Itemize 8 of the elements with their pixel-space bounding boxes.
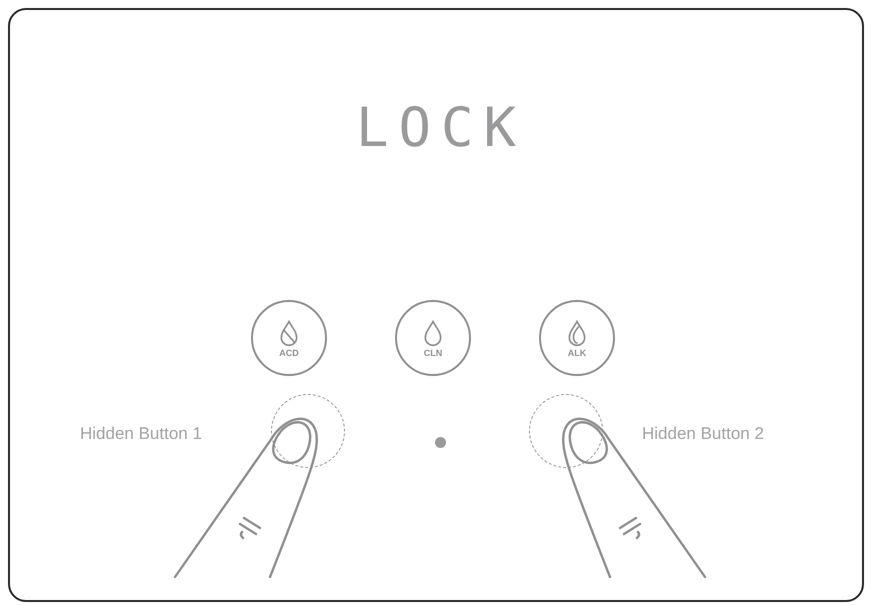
hidden-button-label: Hidden Button 2 (642, 424, 764, 444)
hidden-button-area[interactable] (271, 394, 345, 468)
hidden-button-label: Hidden Button 1 (80, 424, 202, 444)
mode-button[interactable]: ACD (251, 300, 327, 376)
display-readout: LOCK (354, 98, 526, 158)
hidden-button-area[interactable] (529, 394, 603, 468)
mode-button[interactable]: CLN (395, 300, 471, 376)
mode-button[interactable]: ALK (539, 300, 615, 376)
